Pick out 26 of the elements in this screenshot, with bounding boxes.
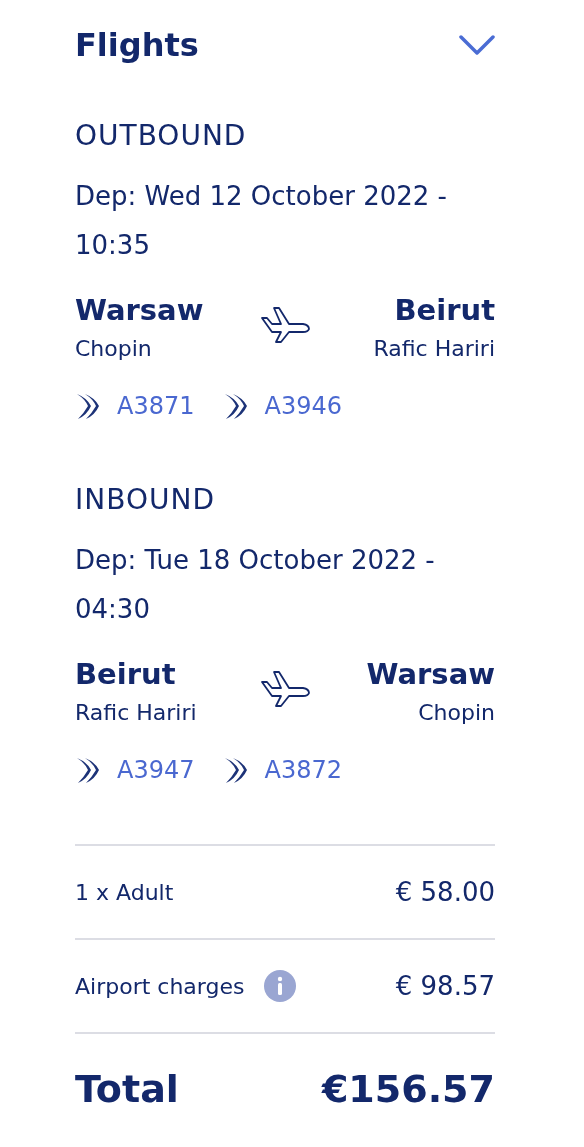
price-amount: € 98.57 (395, 971, 495, 1001)
price-amount: € 58.00 (395, 877, 495, 907)
airplane-icon (259, 304, 311, 344)
airport-name: Chopin (75, 335, 153, 363)
airport-name: Rafic Hariri (373, 335, 495, 363)
airport-name: Chopin (418, 699, 495, 727)
airport-name: Rafic Hariri (75, 699, 198, 727)
city-name: Beirut (394, 292, 495, 329)
price-label: Airport charges (75, 973, 245, 999)
departure-time: Dep: Tue 18 October 2022 - 04:30 (75, 544, 436, 626)
city-name: Warsaw (75, 292, 205, 329)
flight-number[interactable]: A3872 (264, 756, 342, 784)
leg-heading: INBOUND (75, 482, 216, 518)
airplane-icon (259, 668, 311, 708)
price-label: 1 x Adult (75, 879, 174, 905)
flight-number[interactable]: A3871 (117, 392, 195, 420)
city-name: Beirut (75, 656, 177, 693)
departure-time: Dep: Wed 12 October 2022 - 10:35 (75, 180, 448, 262)
chevron-down-icon[interactable] (459, 34, 495, 56)
total-amount: €156.57 (321, 1067, 495, 1111)
leg-heading: OUTBOUND (75, 118, 248, 154)
flight-number[interactable]: A3947 (117, 756, 195, 784)
city-name: Warsaw (366, 656, 495, 693)
total-label: Total (75, 1067, 179, 1111)
flight-number[interactable]: A3946 (264, 392, 342, 420)
section-title: Flights (75, 26, 199, 64)
